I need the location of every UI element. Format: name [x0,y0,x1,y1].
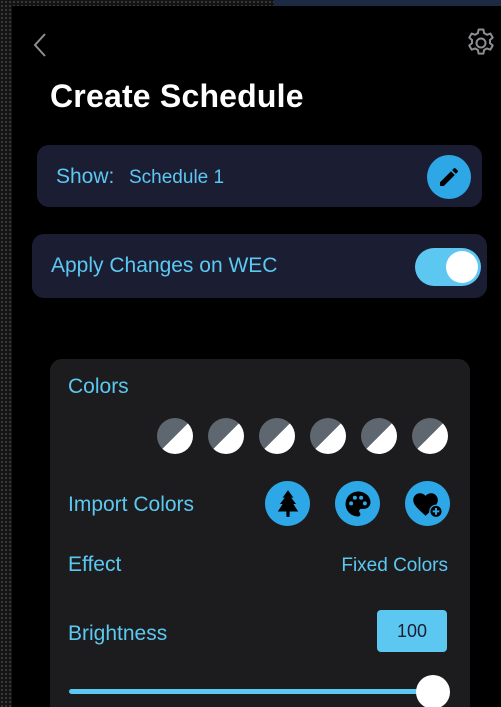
create-schedule-screen: Create Schedule Show: Schedule 1 Apply C… [12,6,501,707]
brightness-label: Brightness [68,622,168,645]
gear-icon [468,28,494,55]
apply-wec-card: Apply Changes on WEC [32,234,487,298]
import-tree-button[interactable] [265,481,310,526]
pencil-icon [440,167,459,186]
brightness-slider-track[interactable] [69,689,433,694]
colors-label: Colors [68,375,129,398]
brightness-input[interactable]: 100 [377,610,447,652]
color-swatch-6[interactable] [412,418,448,454]
settings-button[interactable] [464,26,498,60]
tree-icon [277,489,298,517]
back-button[interactable] [28,30,52,60]
show-value: Schedule 1 [129,167,225,188]
background-texture-left [0,0,12,707]
chevron-left-icon [33,33,46,57]
import-palette-button[interactable] [335,481,380,526]
effect-selector[interactable]: Fixed Colors [341,555,448,577]
color-swatch-row [157,418,448,454]
color-swatch-3[interactable] [259,418,295,454]
import-colors-buttons [265,481,450,526]
edit-schedule-button[interactable] [427,155,471,199]
apply-wec-toggle[interactable] [415,248,481,286]
palette-icon [345,491,370,516]
import-colors-label: Import Colors [68,493,195,516]
color-swatch-5[interactable] [361,418,397,454]
show-card: Show: Schedule 1 [37,145,482,207]
apply-wec-label: Apply Changes on WEC [51,254,278,277]
color-swatch-2[interactable] [208,418,244,454]
toggle-knob [446,251,478,283]
show-label: Show: [56,165,115,188]
effect-label: Effect [68,553,122,576]
color-swatch-4[interactable] [310,418,346,454]
color-settings-panel: Colors Import Colors Effect Fixed Colors… [50,359,470,707]
color-swatch-1[interactable] [157,418,193,454]
page-title: Create Schedule [50,78,304,114]
import-favorites-button[interactable] [405,481,450,526]
brightness-slider-thumb[interactable] [416,675,450,707]
heart-plus-icon [412,492,443,518]
